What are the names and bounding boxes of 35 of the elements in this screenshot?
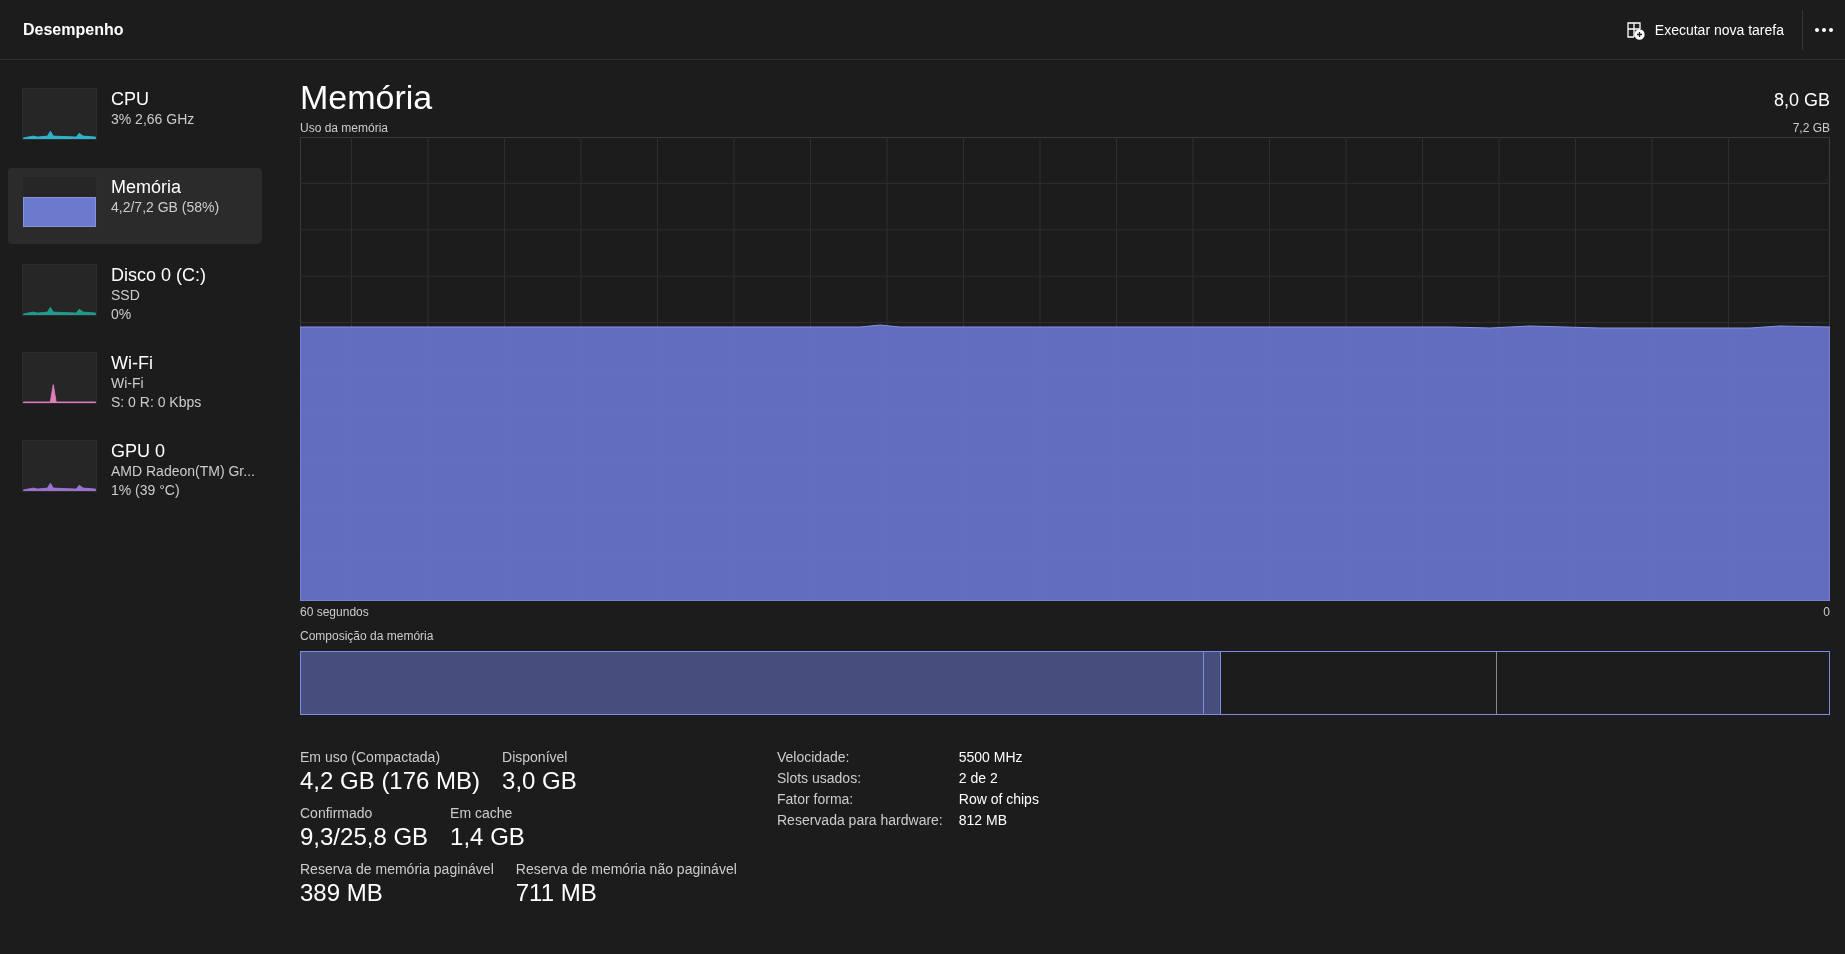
- detail-label: Reservada para hardware:: [777, 812, 943, 828]
- section-title: Memória: [300, 78, 433, 117]
- detail-label: Velocidade:: [777, 749, 851, 765]
- new-task-icon: [1624, 19, 1645, 40]
- stat-value: 711 MB: [515, 879, 598, 907]
- stat-value: 3,0 GB: [502, 767, 577, 795]
- detail-label: Slots usados:: [777, 770, 863, 786]
- sidebar-item[interactable]: Wi-Fi Wi-Fi S: 0 R: 0 Kbps: [8, 344, 262, 420]
- sidebar-item[interactable]: GPU 0 AMD Radeon(TM) Gr... 1% (39 °C): [8, 432, 262, 508]
- total-memory: 8,0 GB: [1773, 90, 1830, 112]
- graph-max-label: 7,2 GB: [1792, 121, 1830, 135]
- time-span-label: 60 segundos: [300, 605, 369, 619]
- graph-label: Uso da memória: [300, 121, 389, 135]
- stat-label: Em cache: [450, 805, 514, 821]
- sidebar-item[interactable]: CPU 3% 2,66 GHz: [8, 80, 262, 156]
- stat-value: 389 MB: [300, 879, 384, 907]
- page-title: Desempenho: [23, 20, 125, 39]
- detail-value: Row of chips: [958, 791, 1039, 807]
- detail-value: 2 de 2: [958, 770, 999, 786]
- detail-value: 5500 MHz: [958, 749, 1024, 765]
- stat-value: 4,2 GB (176 MB): [300, 767, 481, 795]
- sidebar-item[interactable]: Memória 4,2/7,2 GB (58%): [8, 168, 262, 244]
- stat-value: 1,4 GB: [450, 823, 525, 851]
- stat-label: Reserva de memória não paginável: [515, 861, 737, 877]
- detail-value: 812 MB: [958, 812, 1008, 828]
- detail-label: Fator forma:: [777, 791, 855, 807]
- stat-label: Disponível: [502, 749, 569, 765]
- sidebar-item[interactable]: Disco 0 (C:) SSD 0%: [8, 256, 262, 332]
- time-end-label: 0: [1823, 605, 1830, 619]
- run-new-task-button[interactable]: Executar nova tarefa: [1612, 11, 1796, 48]
- stat-label: Reserva de memória paginável: [300, 861, 494, 877]
- stat-label: Confirmado: [300, 805, 374, 821]
- stat-value: 9,3/25,8 GB: [300, 823, 429, 851]
- composition-label: Composição da memória: [300, 629, 434, 643]
- stat-label: Em uso (Compactada): [300, 749, 442, 765]
